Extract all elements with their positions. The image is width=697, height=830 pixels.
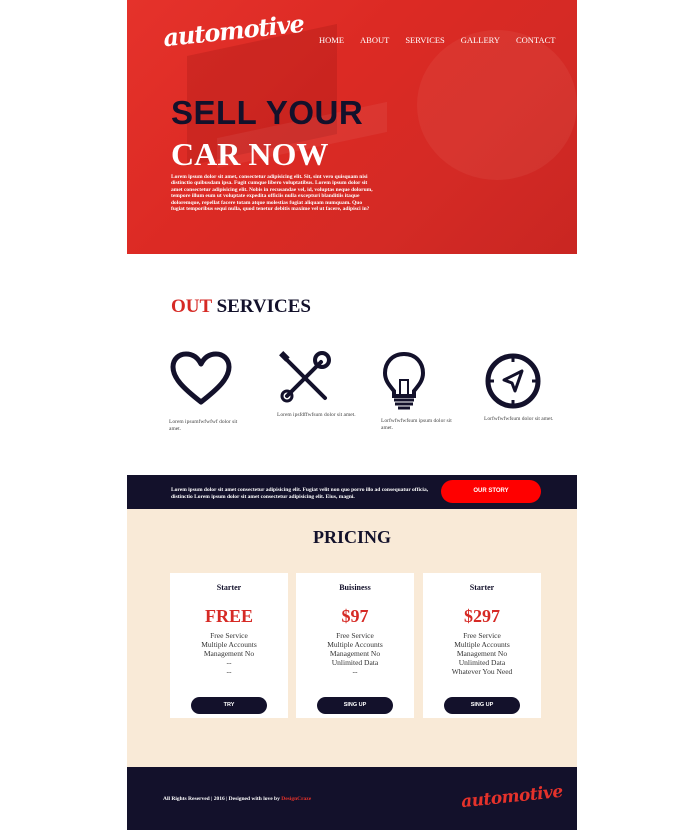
main-nav: HOME ABOUT SERVICES GALLERY CONTACT xyxy=(319,35,571,45)
service-caption: Lorem ipsfdffwfsum dolor sit amet. xyxy=(277,412,356,418)
plan-price: $297 xyxy=(464,606,500,626)
nav-link-home[interactable]: HOME xyxy=(319,35,344,45)
compass-icon xyxy=(485,353,541,409)
pricing-card: Starter $297 Free Service Multiple Accou… xyxy=(423,573,541,718)
footer-copyright-text: All Rights Reserved | 2016 | Designed wi… xyxy=(163,796,282,802)
feature-item: -- xyxy=(226,667,232,676)
plan-name: Starter xyxy=(469,583,495,592)
hero-section: automotive HOME ABOUT SERVICES GALLERY C… xyxy=(127,0,577,254)
nav-link-about[interactable]: ABOUT xyxy=(360,35,389,45)
our-story-button[interactable]: OUR STORY xyxy=(441,480,541,503)
service-caption: Lorfwfwfwfsum ipsum dolor sit amet. xyxy=(381,418,452,431)
nav-link-services[interactable]: SERVICES xyxy=(405,35,444,45)
services-title: OUT SERVICES xyxy=(171,296,311,318)
pricing-card: Starter FREE Free Service Multiple Accou… xyxy=(170,573,288,718)
services-title-accent: OUT xyxy=(171,296,212,317)
feature-item: -- xyxy=(352,667,358,676)
service-item: Lorem ipsumfwfwfwf dolor sit amet. xyxy=(169,350,249,432)
footer: All Rights Reserved | 2016 | Designed wi… xyxy=(127,767,577,830)
footer-brand-link[interactable]: DesignCraze xyxy=(281,796,311,802)
service-caption: Lorem ipsumfwfwfwf dolor sit amet. xyxy=(169,419,238,432)
feature-item: Unlimited Data xyxy=(331,658,379,667)
service-caption: Lorfwfwfwfsum dolor sit amet. xyxy=(484,416,554,422)
plan-name: Buisiness xyxy=(339,583,371,592)
nav-link-gallery[interactable]: GALLERY xyxy=(461,35,500,45)
pricing-title: PRICING xyxy=(312,527,391,547)
service-item: Lorem ipsfdffwfsum dolor sit amet. xyxy=(277,350,357,419)
feature-item: Free Service xyxy=(210,631,248,640)
pricing-section: PRICING Starter FREE Free Service Multip… xyxy=(127,509,577,767)
tools-icon xyxy=(279,351,331,403)
service-item: Lorfwfwfwfsum ipsum dolor sit amet. xyxy=(381,350,461,431)
pricing-card: Buisiness $97 Free Service Multiple Acco… xyxy=(296,573,414,718)
feature-item: Free Service xyxy=(463,631,501,640)
hero-paragraph: Lorem ipsum dolor sit amet, consectetur … xyxy=(171,174,373,213)
story-banner: Lorem ipsum dolor sit amet consectetur a… xyxy=(127,475,577,509)
sign-up-button[interactable]: SING UP xyxy=(444,697,520,714)
feature-item: Free Service xyxy=(336,631,374,640)
feature-item: Management No xyxy=(329,649,381,658)
banner-text: Lorem ipsum dolor sit amet consectetur a… xyxy=(171,487,429,500)
nav-link-contact[interactable]: CONTACT xyxy=(516,35,555,45)
hero-title-line1: SELL YOUR xyxy=(171,94,364,131)
lightbulb-icon xyxy=(382,351,426,410)
feature-list: Free Service Multiple Accounts Managemen… xyxy=(296,631,414,676)
feature-list: Free Service Multiple Accounts Managemen… xyxy=(423,631,541,676)
plan-name: Starter xyxy=(216,583,242,592)
plan-price: FREE xyxy=(204,606,253,626)
sign-up-button[interactable]: SING UP xyxy=(317,697,393,714)
services-title-rest: SERVICES xyxy=(211,296,311,317)
plan-price: $97 xyxy=(341,606,369,626)
footer-copyright: All Rights Reserved | 2016 | Designed wi… xyxy=(163,796,311,802)
hero-title-line2: CAR NOW xyxy=(171,136,329,172)
page: automotive HOME ABOUT SERVICES GALLERY C… xyxy=(127,0,577,830)
feature-list: Free Service Multiple Accounts Managemen… xyxy=(170,631,288,676)
feature-item: Management No xyxy=(203,649,255,658)
feature-item: Multiple Accounts xyxy=(327,640,383,649)
heart-icon xyxy=(170,351,232,405)
try-button[interactable]: TRY xyxy=(191,697,267,714)
feature-item: -- xyxy=(226,658,232,667)
feature-item: Unlimited Data xyxy=(458,658,506,667)
feature-item: Management No xyxy=(456,649,508,658)
feature-item: Multiple Accounts xyxy=(201,640,257,649)
feature-item: Multiple Accounts xyxy=(454,640,510,649)
service-item: Lorfwfwfwfsum dolor sit amet. xyxy=(484,352,564,423)
footer-logo[interactable]: automotive xyxy=(460,782,563,813)
feature-item: Whatever You Need xyxy=(451,667,513,676)
hero-background-shape xyxy=(417,30,577,180)
